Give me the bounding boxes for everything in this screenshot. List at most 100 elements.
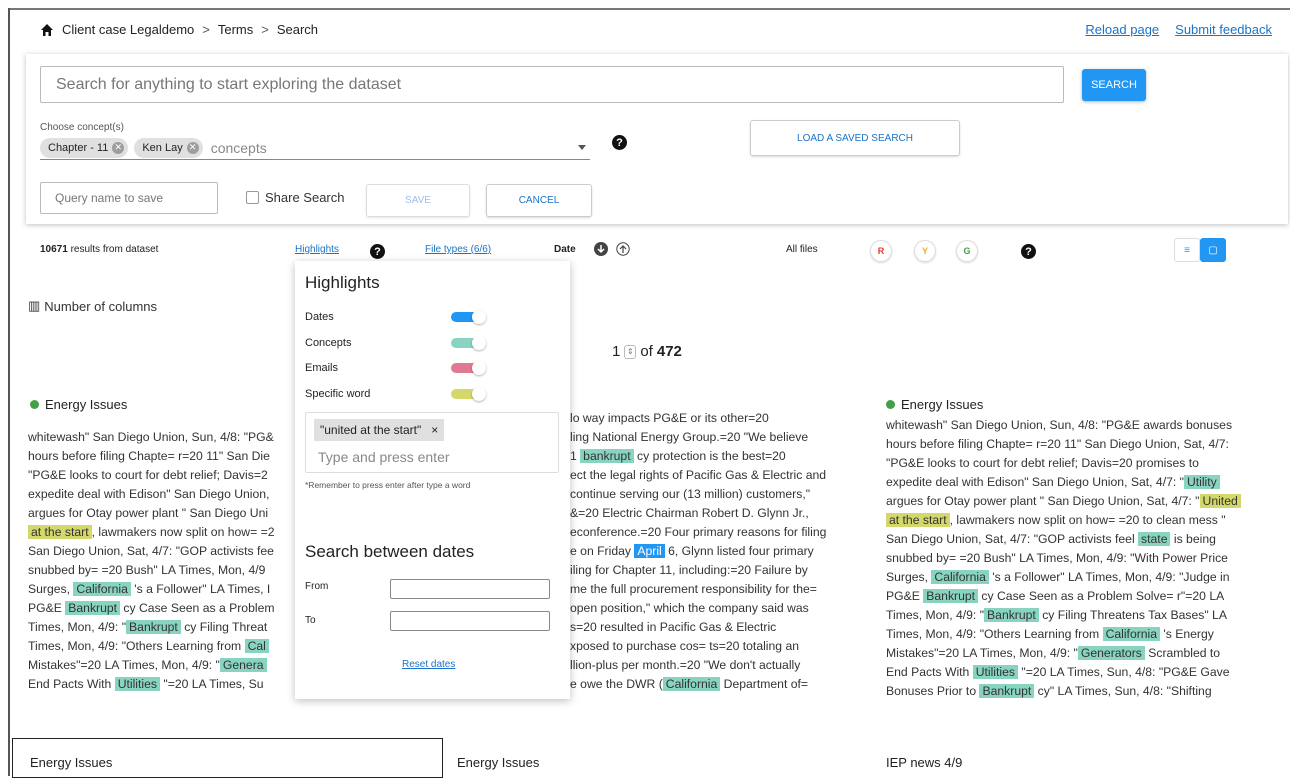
to-date-input[interactable]	[390, 611, 550, 631]
highlighted-term: Cal	[244, 639, 269, 653]
grid-view-icon[interactable]: ▢	[1200, 238, 1226, 262]
help-icon[interactable]: ?	[612, 135, 627, 150]
help-icon[interactable]: ?	[1021, 244, 1036, 259]
highlighted-term: Genera	[219, 658, 267, 672]
load-saved-search-button[interactable]: LOAD A SAVED SEARCH	[750, 120, 960, 156]
snippet-text: 6, Glynn listed four primary	[664, 544, 814, 558]
remove-chip-icon[interactable]: ✕	[186, 141, 199, 154]
snippet-text: PG&E	[886, 589, 924, 603]
snippet-line: whitewash" San Diego Union, Sun, 4/8: "P…	[28, 428, 295, 447]
toggle-knob	[472, 310, 486, 324]
sort-ascending-icon[interactable]	[616, 242, 630, 256]
snippet-line: econference.=20 Four primary reasons for…	[570, 523, 870, 542]
help-icon[interactable]: ?	[370, 244, 385, 259]
snippet-text: cy Filing Threat	[180, 620, 268, 634]
query-name-input[interactable]: Query name to save	[40, 182, 218, 214]
card-title[interactable]: Energy Issues	[886, 397, 983, 412]
card-snippet[interactable]: lo way impacts PG&E or its other=20 ling …	[570, 409, 870, 699]
submit-feedback-link[interactable]: Submit feedback	[1175, 22, 1272, 37]
highlighted-term: Utility	[1183, 475, 1220, 489]
share-search-checkbox[interactable]	[246, 191, 259, 204]
breadcrumb-client[interactable]: Client case Legaldemo	[62, 22, 194, 37]
save-button[interactable]: SAVE	[366, 184, 470, 217]
word-input-placeholder[interactable]: Type and press enter	[318, 449, 450, 465]
file-types-link[interactable]: File types (6/6)	[425, 244, 491, 255]
home-icon[interactable]	[40, 23, 54, 37]
highlighted-term: Bankrupt	[65, 601, 121, 615]
card-title[interactable]: Energy Issues	[30, 397, 127, 412]
concepts-toggle[interactable]	[451, 336, 486, 350]
top-bar: Client case Legaldemo > Terms > Search R…	[40, 22, 1272, 42]
emails-toggle[interactable]	[451, 361, 486, 375]
snippet-text: snubbed by= =20 Bush" LA Times, Mon, 4/9…	[886, 551, 1228, 565]
dropdown-arrow-icon[interactable]	[578, 145, 586, 150]
from-date-input[interactable]	[390, 579, 550, 599]
snippet-text: 1	[570, 449, 581, 463]
snippet-line: "PG&E looks to court for debt relief; Da…	[886, 454, 1282, 473]
snippet-text: Times, Mon, 4/9: "Others Learning from	[886, 627, 1103, 641]
snippet-line: snubbed by= =20 Bush" LA Times, Mon, 4/9…	[886, 549, 1282, 568]
card-title[interactable]: IEP news 4/9	[886, 755, 962, 770]
snippet-line: me the full procurement responsibility f…	[570, 580, 870, 599]
breadcrumb-terms[interactable]: Terms	[218, 22, 253, 37]
snippet-line: expedite deal with Edison" San Diego Uni…	[886, 473, 1282, 492]
snippet-text: cy Filing Threatens Tax Bases" LA	[1038, 608, 1227, 622]
snippet-text: , lawmakers now split on how= =20 to cle…	[949, 513, 1226, 527]
card-snippet[interactable]: whitewash" San Diego Union, Sun, 4/8: "P…	[886, 416, 1282, 705]
remove-word-icon[interactable]: ×	[431, 423, 438, 437]
pagination: 1 ⇕ of 472	[612, 343, 682, 360]
card-title[interactable]: Energy Issues	[457, 755, 539, 770]
highlighted-term: bankrupt	[580, 449, 634, 463]
columns-icon: ▥	[28, 298, 41, 313]
specific-word-input[interactable]: "united at the start" × Type and press e…	[305, 412, 559, 473]
cancel-button[interactable]: CANCEL	[486, 184, 592, 217]
snippet-text: Times, Mon, 4/9: "	[886, 608, 985, 622]
card-snippet[interactable]: whitewash" San Diego Union, Sun, 4/8: "P…	[28, 428, 295, 698]
toggle-knob	[472, 387, 486, 401]
snippet-text: lo way impacts PG&E or its other=20	[570, 411, 769, 425]
highlighted-term: state	[1138, 532, 1171, 546]
reload-page-link[interactable]: Reload page	[1085, 22, 1159, 37]
snippet-text: End Pacts With	[28, 677, 115, 691]
concept-placeholder[interactable]: concepts	[211, 140, 267, 156]
page-stepper-icon[interactable]: ⇕	[624, 344, 637, 359]
snippet-line: open position," which the company said w…	[570, 599, 870, 618]
filter-red-button[interactable]: R	[870, 240, 892, 262]
snippet-text: hours before filing Chapte= r=20 11" San…	[886, 437, 1229, 451]
card-title[interactable]: Energy Issues	[30, 755, 112, 770]
snippet-line: PG&E Bankrupt cy Case Seen as a Problem	[28, 599, 295, 618]
breadcrumb-separator: >	[261, 22, 269, 37]
dates-toggle[interactable]	[451, 310, 486, 324]
search-input[interactable]: Search for anything to start exploring t…	[40, 66, 1064, 103]
word-chip[interactable]: "united at the start" ×	[314, 419, 445, 441]
remove-chip-icon[interactable]: ✕	[112, 141, 125, 154]
specific-word-toggle[interactable]	[451, 387, 486, 401]
concept-chip[interactable]: Chapter - 11 ✕	[40, 137, 129, 158]
sort-descending-icon[interactable]	[594, 242, 608, 256]
reset-dates-link[interactable]: Reset dates	[402, 659, 455, 670]
snippet-text: Surges,	[28, 582, 74, 596]
highlighted-term: Utilities	[114, 677, 160, 691]
snippet-text: continue serving our (13 million) custom…	[570, 487, 811, 501]
snippet-text: , lawmakers now split on how= =2	[91, 525, 275, 539]
snippet-line: PG&E Bankrupt cy Case Seen as a Problem …	[886, 587, 1282, 606]
snippet-text: "PG&E looks to court for debt relief; Da…	[886, 456, 1199, 470]
highlights-link[interactable]: Highlights	[295, 244, 339, 255]
filter-green-button[interactable]: G	[956, 240, 978, 262]
snippet-text: expedite deal with Edison" San Diego Uni…	[28, 487, 270, 501]
concept-select[interactable]: Chapter - 11 ✕ Ken Lay ✕ concepts	[40, 136, 590, 160]
snippet-text: llion-plus per month.=20 "We don't actua…	[570, 658, 801, 672]
snippet-line: Mistakes"=20 LA Times, Mon, 4/9: " Genera…	[886, 644, 1282, 663]
snippet-line: ling National Energy Group.=20 "We belie…	[570, 428, 870, 447]
snippet-line: ect the legal rights of Pacific Gas & El…	[570, 466, 870, 485]
highlight-label: Emails	[305, 362, 339, 374]
share-search[interactable]: Share Search	[246, 190, 345, 205]
page-input[interactable]: 1	[612, 343, 620, 360]
search-button[interactable]: SEARCH	[1082, 69, 1146, 101]
highlighted-term: Bankrupt	[979, 684, 1035, 698]
concept-chip[interactable]: Ken Lay ✕	[134, 137, 203, 158]
highlight-label: Specific word	[305, 388, 371, 400]
number-of-columns[interactable]: ▥ Number of columns	[28, 298, 157, 314]
list-view-icon[interactable]: ≡	[1174, 238, 1200, 262]
filter-yellow-button[interactable]: Y	[914, 240, 936, 262]
